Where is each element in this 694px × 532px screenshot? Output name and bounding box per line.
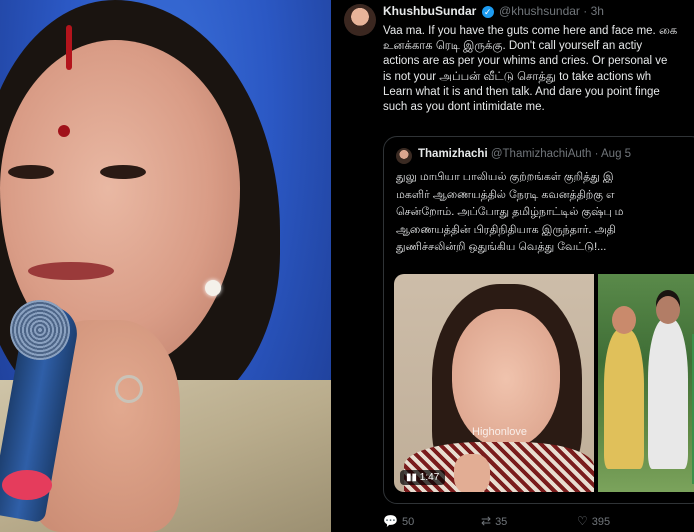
repost-icon: ⇄ xyxy=(481,514,492,528)
video-watermark: Highonlove xyxy=(472,426,528,438)
quoted-line: ஆணையத்தின் பிரதிநிதியாக இருந்தார். அதி xyxy=(396,223,616,236)
quoted-time[interactable]: Aug 5 xyxy=(601,148,631,160)
quoted-line: துணிச்சலின்றி ஒதுங்கிய வெத்து வேட்டு!... xyxy=(396,241,607,254)
tweet-line: Vaa ma. If you have the guts come here a… xyxy=(383,25,678,37)
quoted-tweet[interactable]: Thamizhachi @ThamizhachiAuth · Aug 5 துல… xyxy=(383,136,694,504)
repost-button[interactable]: ⇄ 35 xyxy=(481,514,507,528)
photo-sindoor xyxy=(66,25,72,70)
author-name[interactable]: KhushbuSundar xyxy=(383,4,476,18)
author-avatar[interactable] xyxy=(344,4,376,36)
tweet-header: KhushbuSundar ✓ @khushsundar · 3h xyxy=(383,4,604,18)
photo-person-white-head xyxy=(656,296,680,324)
microphone-head xyxy=(10,300,70,360)
reply-count: 50 xyxy=(401,516,415,528)
photo-earring xyxy=(205,280,221,296)
quoted-line: துலு மாபியா பாலியல் குற்றங்கள் குறித்து … xyxy=(396,171,614,183)
photo-person-yellow-head xyxy=(612,306,636,334)
tweet-card: KhushbuSundar ✓ @khushsundar · 3h Vaa ma… xyxy=(333,0,694,532)
like-count: 395 xyxy=(591,516,611,528)
quoted-line: சென்றோம். அப்போது தமிழ்நாட்டில் குஷ்பு ம xyxy=(396,206,624,219)
tweet-time[interactable]: 3h xyxy=(591,4,604,18)
photo-left-eye xyxy=(8,165,54,179)
verified-badge-icon: ✓ xyxy=(481,5,494,18)
quoted-photo[interactable] xyxy=(598,274,694,492)
tweet-line: is not your அப்பன் வீட்டு சொத்து to take… xyxy=(383,70,652,83)
quoted-author-handle[interactable]: @ThamizhachiAuth xyxy=(491,148,592,160)
quoted-author-name[interactable]: Thamizhachi xyxy=(418,148,488,160)
video-duration-badge: ▮▮ 1:47 xyxy=(400,470,446,485)
photo-right-eye xyxy=(100,165,146,179)
photo-lips xyxy=(28,262,114,280)
quoted-body: துலு மாபியா பாலியல் குற்றங்கள் குறித்து … xyxy=(396,169,694,257)
header-separator: · xyxy=(583,4,588,18)
photo-bindi xyxy=(58,125,70,137)
speaker-photo xyxy=(0,0,331,532)
tweet-line: உனக்காக ரெடி இருக்கு. Don't call yoursel… xyxy=(383,40,643,53)
author-handle[interactable]: @khushsundar xyxy=(499,4,580,18)
play-icon: ▮▮ xyxy=(406,472,418,483)
tweet-line: such as you dont intimidate me. xyxy=(383,101,545,114)
reply-icon: 💬 xyxy=(383,514,398,528)
quoted-header: Thamizhachi @ThamizhachiAuth · Aug 5 xyxy=(418,148,631,160)
like-button[interactable]: ♡ 395 xyxy=(577,514,610,528)
tweet-line: actions are as per your whims and cries.… xyxy=(383,55,668,68)
heart-icon: ♡ xyxy=(577,514,588,528)
video-hand xyxy=(454,454,490,492)
repost-count: 35 xyxy=(495,516,508,528)
tweet-line: Learn what it is and then talk. And dare… xyxy=(383,85,660,98)
quoted-author-avatar[interactable] xyxy=(396,148,412,164)
microphone-band xyxy=(2,470,52,500)
quoted-line: மகளிர் ஆணையத்தில் நேரடி கவனத்திற்கு எ xyxy=(396,188,615,201)
video-duration: 1:47 xyxy=(419,472,440,483)
quoted-video[interactable]: Highonlove ▮▮ 1:47 xyxy=(394,274,594,492)
quoted-separator: · xyxy=(594,148,599,160)
photo-person-yellow xyxy=(604,329,644,469)
reply-button[interactable]: 💬 50 xyxy=(383,514,414,528)
photo-ring xyxy=(115,375,143,403)
tweet-body: Vaa ma. If you have the guts come here a… xyxy=(383,24,694,115)
photo-person-white xyxy=(648,319,688,469)
